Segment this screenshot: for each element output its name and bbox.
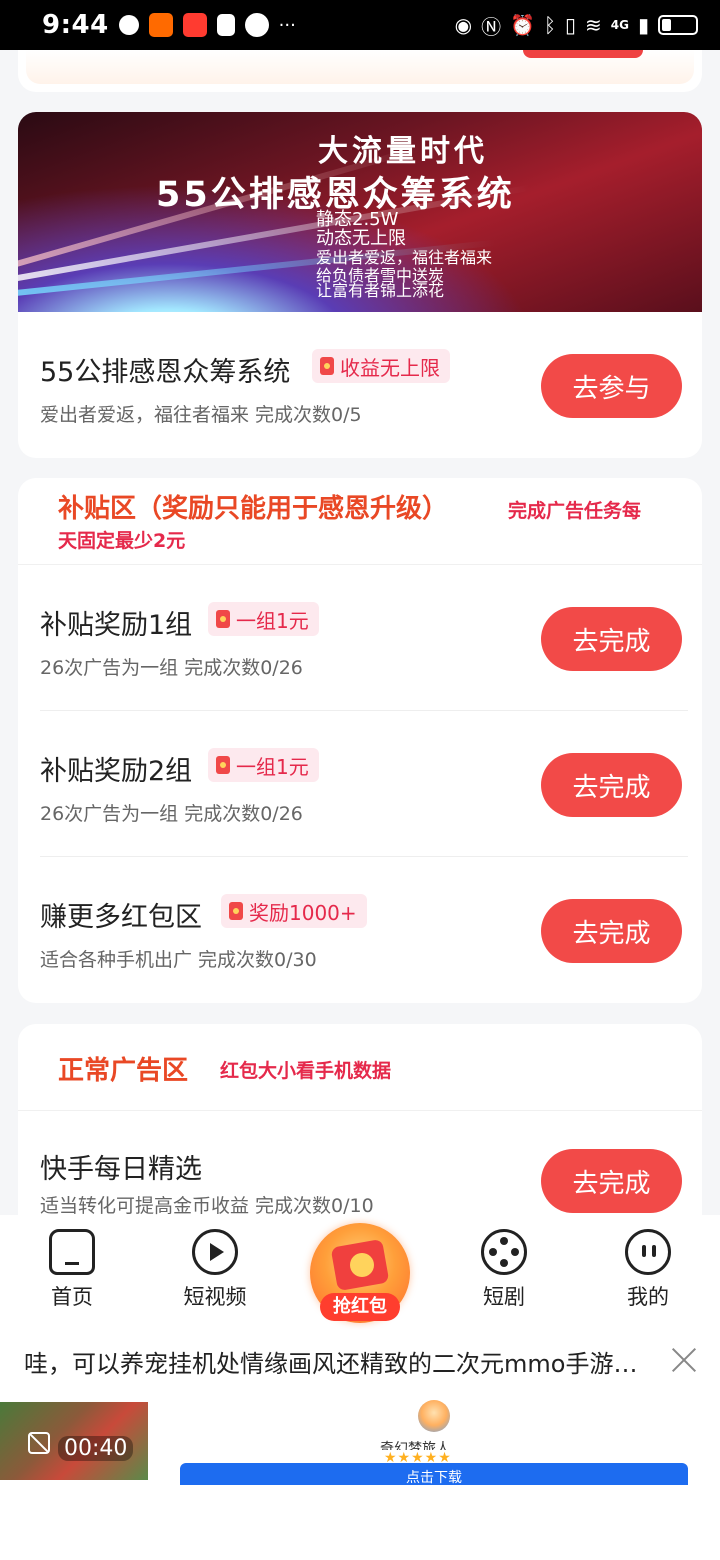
section-note-continued: 天固定最少2元 — [58, 530, 186, 552]
join-button[interactable]: 去参与 — [541, 354, 682, 418]
complete-button[interactable]: 去完成 — [541, 607, 682, 671]
taobao-icon — [148, 13, 173, 37]
task-subtitle: 适合各种手机出广 完成次数0/30 — [40, 949, 317, 971]
more-notifications-icon: ··· — [278, 14, 296, 36]
bottom-nav: 首页 短视频 抢红包 短剧 我的 — [0, 1215, 720, 1330]
alipay-icon — [216, 14, 235, 36]
task-title: 快手每日精选 — [40, 1154, 202, 1185]
task-title: 补贴奖励1组 — [40, 610, 193, 641]
nav-item-home[interactable]: 首页 — [22, 1229, 122, 1311]
vibrate-icon: ▯ — [565, 13, 577, 37]
wifi-icon: ≋ — [585, 13, 602, 37]
home-icon — [49, 1229, 95, 1275]
task-tag: 一组1元 — [208, 748, 319, 782]
banner-line: 动态无上限 — [316, 228, 406, 249]
complete-button[interactable]: 去完成 — [541, 899, 682, 963]
task-subtitle: 爱出者爱返，福往者福来 完成次数0/5 — [40, 404, 362, 426]
film-reel-icon — [481, 1229, 527, 1275]
nav-label: 短剧 — [483, 1285, 525, 1309]
nfc-icon: Ⓝ — [481, 14, 502, 39]
section-header: 补贴区（奖励只能用于感恩升级） 完成广告任务每 天固定最少2元 — [18, 478, 702, 565]
section-note: 红包大小看手机数据 — [220, 1060, 392, 1082]
task-tag-label: 一组1元 — [236, 608, 309, 633]
complete-button[interactable]: 去完成 — [541, 1149, 682, 1213]
nav-label: 我的 — [627, 1285, 669, 1309]
section-title: 补贴区（奖励只能用于感恩升级） — [58, 494, 449, 524]
network-type: 4G — [610, 18, 629, 32]
task-tag-label: 一组1元 — [236, 754, 309, 779]
nav-item-mine[interactable]: 我的 — [598, 1229, 698, 1311]
ad-app-name: 奇幻梦旅人 — [380, 1441, 450, 1450]
task-tag: 一组1元 — [208, 602, 319, 636]
task-subtitle: 适当转化可提高金币收益 完成次数0/10 — [40, 1195, 374, 1217]
status-bar: 9:44 ··· ◉ Ⓝ ⏰ ᛒ ▯ ≋ 4G ▮ — [0, 0, 720, 50]
status-time: 9:44 — [42, 10, 109, 40]
nav-label: 短视频 — [183, 1285, 247, 1309]
task-row: 赚更多红包区 奖励1000+ 适合各种手机出广 完成次数0/30 去完成 — [18, 857, 702, 1003]
subsidy-section: 补贴区（奖励只能用于感恩升级） 完成广告任务每 天固定最少2元 补贴奖励1组 一… — [18, 478, 702, 1003]
previous-card-button[interactable] — [523, 50, 643, 58]
video-time: 00:40 — [58, 1436, 134, 1461]
bluetooth-icon: ᛒ — [544, 13, 556, 37]
ad-banner[interactable]: 哇，可以养宠挂机处情缘画风还精致的二次元mmo手游… 00:40 奇幻梦旅人 ★… — [0, 1330, 720, 1560]
coin-icon — [350, 1253, 374, 1277]
nav-label: 抢红包 — [320, 1293, 400, 1321]
banner-headline: 大流量时代 — [318, 134, 488, 169]
task-subtitle: 26次广告为一组 完成次数0/26 — [40, 657, 303, 679]
rating-stars: ★★★★★ — [384, 1450, 452, 1462]
section-title: 正常广告区 — [58, 1056, 189, 1086]
task-title: 补贴奖励2组 — [40, 756, 193, 787]
section-note: 完成广告任务每 — [508, 500, 642, 522]
task-row: 补贴奖励1组 一组1元 26次广告为一组 完成次数0/26 去完成 — [18, 565, 702, 711]
task-tag: 奖励1000+ — [221, 894, 367, 928]
previous-card — [18, 50, 702, 92]
task-tag: 收益无上限 — [312, 349, 450, 383]
nav-item-short-video[interactable]: 短视频 — [165, 1229, 265, 1311]
play-icon — [192, 1229, 238, 1275]
task-row: 补贴奖励2组 一组1元 26次广告为一组 完成次数0/26 去完成 — [18, 711, 702, 857]
task-tag-label: 奖励1000+ — [249, 900, 357, 925]
task-row: 55公排感恩众筹系统 收益无上限 爱出者爱返，福往者福来 完成次数0/5 去参与 — [18, 312, 702, 458]
app-icon — [182, 13, 207, 37]
complete-button[interactable]: 去完成 — [541, 753, 682, 817]
section-header: 正常广告区 红包大小看手机数据 — [18, 1024, 702, 1111]
promo-banner[interactable]: 大流量时代 55公排感恩众筹系统 静态2.5W 动态无上限 爱出者爱返，福往者福… — [18, 112, 702, 312]
nav-item-grab-red-packet[interactable]: 抢红包 — [310, 1223, 410, 1323]
banner-line: 静态2.5W — [316, 209, 399, 230]
normal-ad-section: 正常广告区 红包大小看手机数据 快手每日精选 适当转化可提高金币收益 完成次数0… — [18, 1024, 702, 1244]
face-icon — [625, 1229, 671, 1275]
featured-card: 大流量时代 55公排感恩众筹系统 静态2.5W 动态无上限 爱出者爱返，福往者福… — [18, 112, 702, 458]
red-packet-icon — [229, 902, 243, 920]
nav-item-short-drama[interactable]: 短剧 — [454, 1229, 554, 1311]
app-notification-icon — [118, 15, 139, 35]
task-tag-label: 收益无上限 — [340, 355, 440, 380]
red-packet-icon — [216, 756, 230, 774]
close-icon[interactable] — [668, 1344, 700, 1376]
ad-text[interactable]: 哇，可以养宠挂机处情缘画风还精致的二次元mmo手游… — [24, 1344, 664, 1379]
red-packet-icon — [216, 610, 230, 628]
download-button[interactable]: 点击下载 — [180, 1463, 688, 1485]
nav-label: 首页 — [51, 1285, 93, 1309]
ad-app-avatar — [418, 1400, 450, 1432]
task-title: 55公排感恩众筹系统 — [40, 357, 291, 388]
ad-video[interactable]: 00:40 — [0, 1402, 148, 1480]
banner-line: 让富有者锦上添花 — [316, 281, 445, 300]
signal-icon: ▮ — [637, 13, 649, 37]
battery-icon — [658, 15, 698, 35]
eye-icon: ◉ — [454, 13, 473, 37]
mute-icon[interactable] — [28, 1432, 50, 1454]
task-subtitle: 26次广告为一组 完成次数0/26 — [40, 803, 303, 825]
task-title: 赚更多红包区 — [40, 902, 202, 933]
banner-line: 爱出者爱返，福往者福来 — [316, 248, 493, 267]
message-icon — [244, 13, 269, 37]
red-packet-icon — [320, 357, 334, 375]
alarm-icon: ⏰ — [510, 13, 535, 37]
